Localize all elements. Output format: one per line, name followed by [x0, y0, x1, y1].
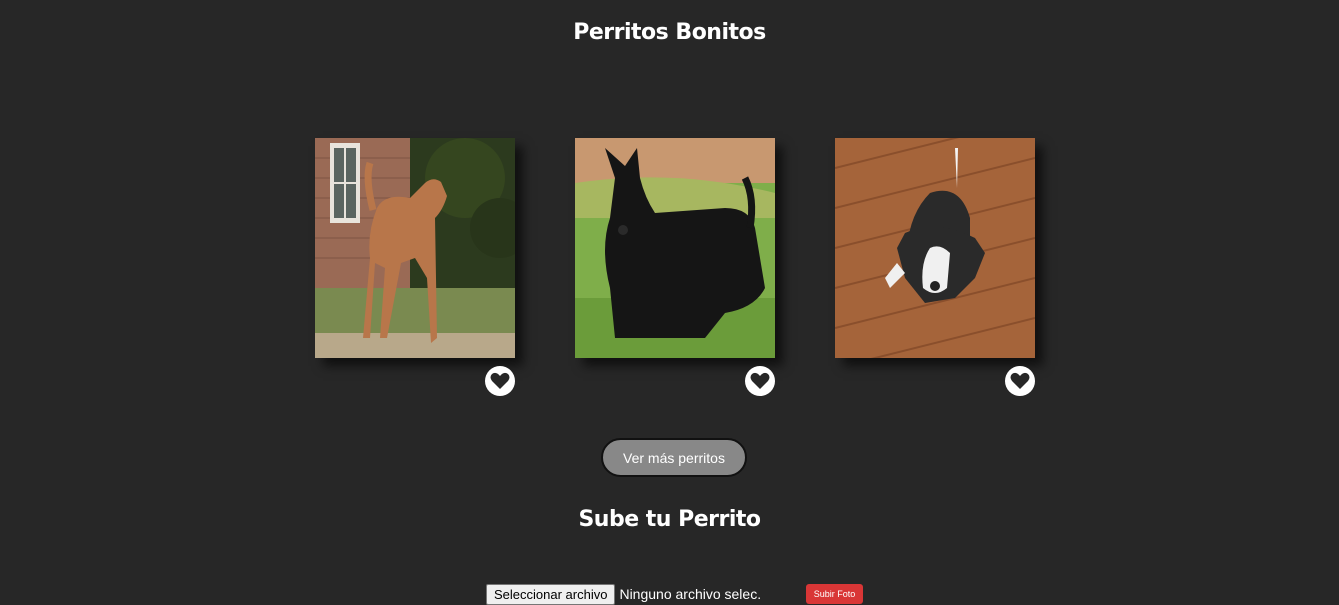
more-dogs-button[interactable]: Ver más perritos [601, 438, 747, 477]
like-button[interactable] [745, 366, 775, 396]
heart-icon [750, 372, 770, 389]
file-status-text: Ninguno archivo selec. [619, 586, 762, 602]
upload-photo-button[interactable]: Subir Foto [806, 584, 863, 604]
scottish-terrier-photo[interactable] [575, 138, 775, 358]
upload-title: Sube tu Perrito [578, 507, 761, 532]
like-button[interactable] [1005, 366, 1035, 396]
file-input[interactable]: Seleccionar archivo Ninguno archivo sele… [486, 583, 761, 605]
dog-card [315, 138, 515, 398]
dog-card [835, 138, 1035, 398]
heart-icon [490, 372, 510, 389]
page-title: Perritos Bonitos [573, 20, 766, 45]
dog-card [575, 138, 775, 398]
like-button[interactable] [485, 366, 515, 396]
choose-file-button[interactable]: Seleccionar archivo [486, 583, 616, 605]
pitbull-puppy-photo[interactable] [835, 138, 1035, 358]
airedale-terrier-photo[interactable] [315, 138, 515, 358]
heart-icon [1010, 372, 1030, 389]
